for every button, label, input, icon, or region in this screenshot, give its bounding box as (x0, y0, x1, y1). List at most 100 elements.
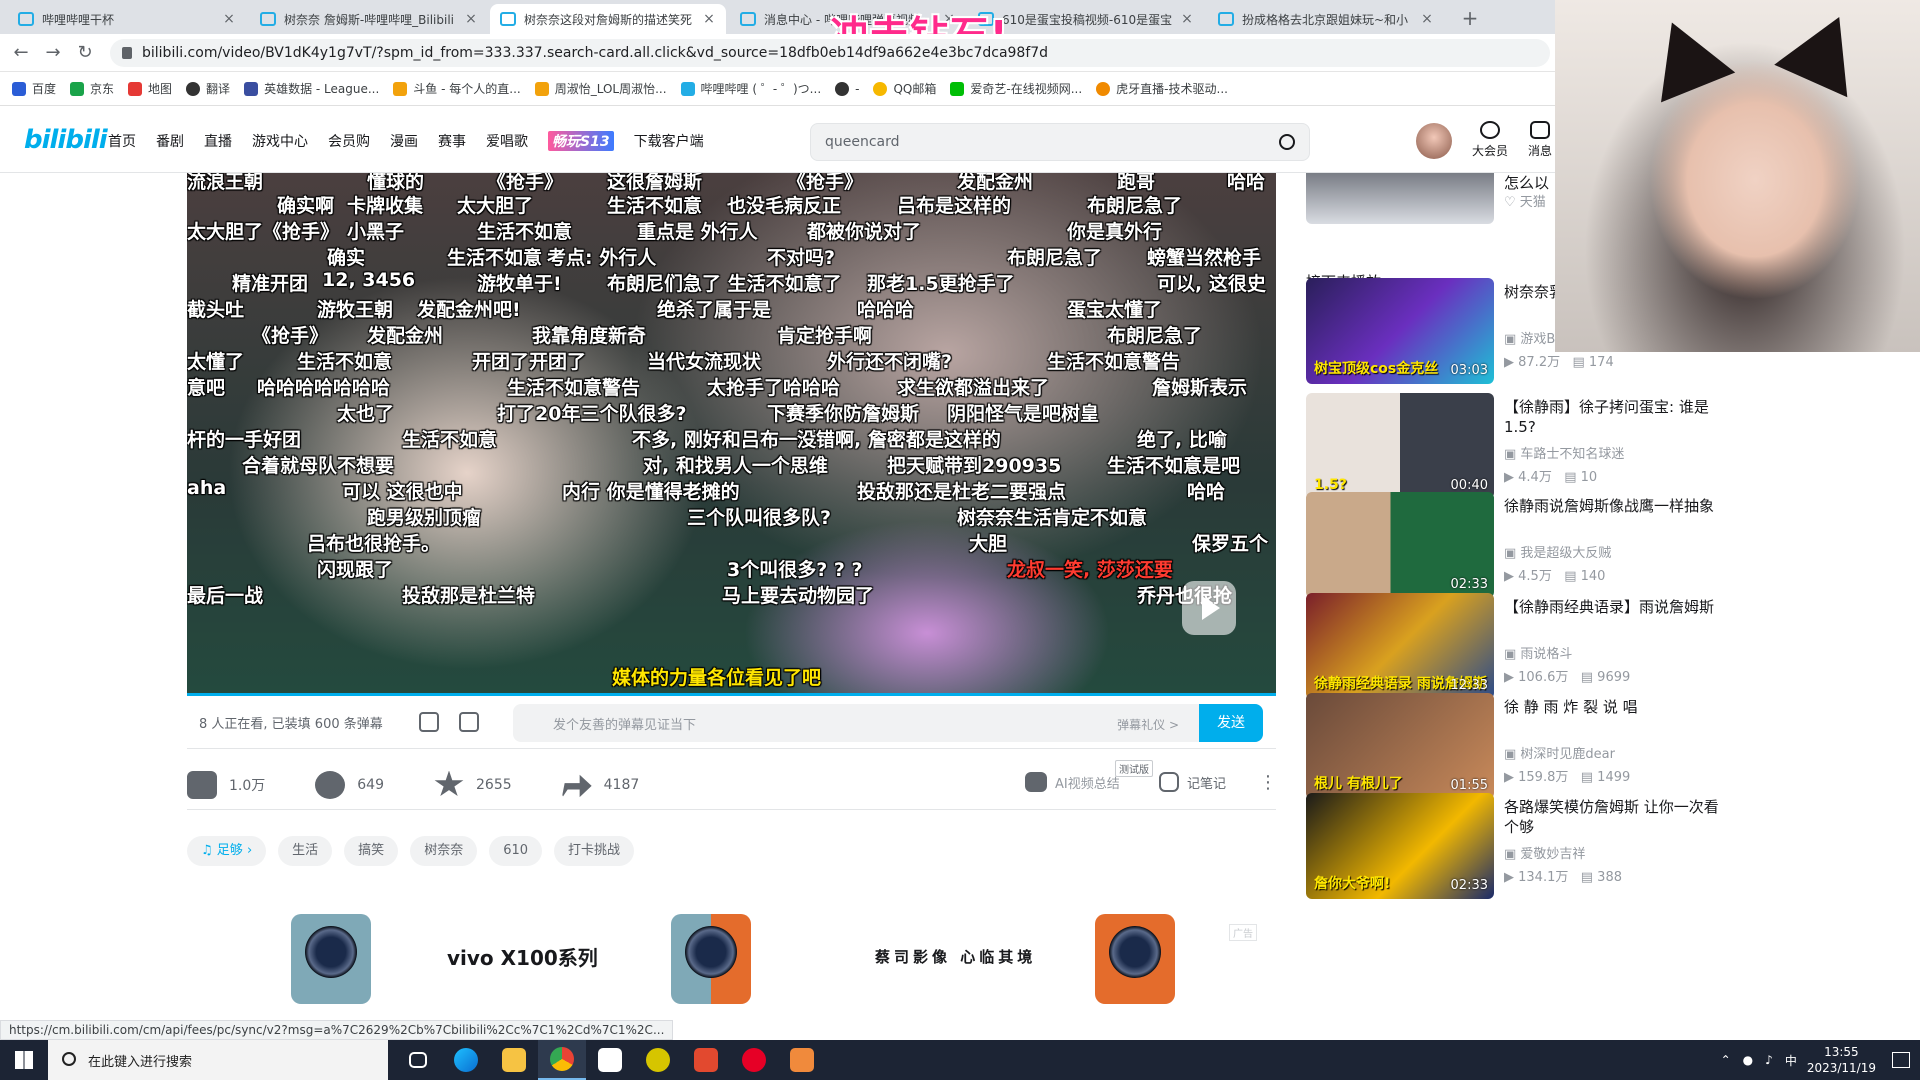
danmaku-comment: 詹姆斯表示 (1152, 377, 1248, 399)
close-icon[interactable]: × (222, 11, 236, 27)
video-player[interactable]: 流浪王朝 懂球的 《抢手》 这很詹姆斯 《抢手》 发配金州 跑哥 哈哈 确实啊 卡牌收集 太大胆了生… (187, 173, 1276, 693)
bookmark-item[interactable]: 哔哩哔哩 ( ゜- ゜)つ... (680, 80, 821, 97)
app-icon[interactable] (682, 1040, 730, 1080)
edge-icon[interactable] (442, 1040, 490, 1080)
tag-item[interactable]: 搞笑 (344, 836, 399, 866)
danmaku-comment: 保罗五个 (1192, 533, 1269, 555)
app-icon[interactable] (778, 1040, 826, 1080)
tag-item[interactable]: 树奈奈 (410, 836, 478, 866)
vip-button[interactable]: 大会员 (1468, 121, 1512, 159)
chrome-icon[interactable] (538, 1040, 586, 1080)
bookmark-item[interactable]: 京东 (70, 80, 114, 97)
tag-music[interactable]: ♫ 足够 › (187, 836, 267, 866)
nav-home[interactable]: 首页 (108, 131, 136, 151)
bilibili-logo[interactable]: bilibili (24, 125, 108, 155)
nav-game-center[interactable]: 游戏中心 (252, 131, 308, 151)
notes-icon (1159, 772, 1179, 792)
tag-item[interactable]: 打卡挑战 (554, 836, 635, 866)
video-card[interactable]: 根儿 有根儿了 01:55 徐 静 雨 炸 裂 说 唱 ▣ 树深时见鹿dear ▶ 15… (1306, 693, 1726, 801)
netease-glyph (742, 1048, 766, 1072)
play-icon[interactable] (1182, 581, 1236, 635)
search-input[interactable]: queencard (810, 123, 1310, 161)
ime-indicator[interactable]: 中 (1785, 1052, 1797, 1069)
url-field[interactable]: bilibili.com/video/BV1dK4y1g7vT/?spm_id_… (110, 39, 1550, 67)
uploader[interactable]: ▣ 车路士不知名球迷 (1504, 443, 1624, 462)
coin-button[interactable]: 649 (315, 770, 384, 799)
taskbar-search[interactable]: 在此键入进行搜索 (48, 1040, 388, 1080)
uploader[interactable]: ▣ 我是超级大反贼 (1504, 542, 1611, 561)
task-view-icon[interactable] (394, 1040, 442, 1080)
obs-icon[interactable] (634, 1040, 682, 1080)
bookmark-item[interactable]: 英雄数据 - League... (244, 80, 379, 97)
video-title[interactable]: 【徐静雨】徐子拷问蛋宝: 谁是1.5? (1504, 397, 1724, 437)
browser-tab[interactable]: 树奈奈 詹姆斯-哔哩哔哩_Bilibili × (250, 4, 488, 34)
favorite-button[interactable]: 2655 (434, 770, 512, 799)
chevron-up-icon[interactable]: ⌃ (1721, 1053, 1731, 1067)
back-icon[interactable]: ← (10, 42, 32, 64)
avatar[interactable] (1416, 123, 1452, 159)
tag-item[interactable]: 生活 (278, 836, 333, 866)
danmaku-input[interactable]: 发个友善的弹幕见证当下 弹幕礼仪 > 发送 (513, 704, 1263, 742)
ai-summary-button[interactable]: AI视频总结 (1025, 772, 1120, 792)
nav-anime[interactable]: 番剧 (156, 131, 184, 151)
close-icon[interactable]: × (464, 11, 478, 27)
trial-badge: 测试版 (1115, 760, 1153, 777)
nav-s13[interactable]: 畅玩S13 (548, 131, 614, 151)
forward-icon[interactable]: → (42, 42, 64, 64)
bookmark-item[interactable]: 斗鱼 - 每个人的直... (393, 80, 521, 97)
danmaku-toggle-icon[interactable] (418, 712, 439, 732)
video-card[interactable]: 詹你大爷啊! 02:33 各路爆笑模仿詹姆斯 让你一次看个够 ▣ 爱敬妙吉祥 ▶ 134… (1306, 793, 1726, 901)
nav-shop[interactable]: 会员购 (328, 131, 370, 151)
start-button[interactable] (0, 1040, 48, 1080)
volume-icon[interactable]: ♪ (1765, 1053, 1773, 1067)
video-title[interactable]: 徐静雨说詹姆斯像战鹰一样抽象 (1504, 496, 1724, 516)
bookmark-item[interactable]: 周淑怡_LOL周淑怡... (534, 80, 667, 97)
bookmark-item[interactable]: 翻译 (186, 80, 230, 97)
close-icon[interactable]: × (1420, 11, 1434, 27)
bookmark-item[interactable]: 虎牙直播-技术驱动... (1096, 80, 1228, 97)
bookmark-item[interactable]: 地图 (128, 80, 172, 97)
nav-esports[interactable]: 赛事 (438, 131, 466, 151)
close-icon[interactable]: × (702, 11, 716, 27)
nav-download-client[interactable]: 下载客户端 (634, 131, 704, 151)
netease-music-icon[interactable] (730, 1040, 778, 1080)
like-button[interactable]: 1.0万 (187, 770, 265, 799)
clock[interactable]: 13:55 2023/11/19 (1807, 1044, 1876, 1076)
danmaku-settings-icon[interactable] (458, 712, 479, 732)
uploader[interactable]: ▣ 雨说格斗 (1504, 643, 1572, 662)
nav-sing[interactable]: 爱唱歌 (486, 131, 528, 151)
browser-tab-active[interactable]: 树奈奈这段对詹姆斯的描述笑死 × (490, 4, 726, 34)
search-icon[interactable] (1279, 134, 1295, 150)
bookmark-item[interactable]: 爱奇艺-在线视频网... (950, 80, 1082, 97)
reload-icon[interactable]: ↻ (74, 42, 96, 64)
close-icon[interactable]: × (1180, 11, 1194, 27)
bookmark-item[interactable]: QQ邮箱 (873, 80, 936, 97)
bookmark-item[interactable]: - (835, 81, 859, 96)
uploader[interactable]: ▣ 爱敬妙吉祥 (1504, 843, 1585, 862)
danmaku-etiquette-link[interactable]: 弹幕礼仪 > (1117, 716, 1179, 733)
browser-tab[interactable]: 哔哩哔哩干杯 × (8, 4, 246, 34)
tag-item[interactable]: 610 (489, 836, 543, 866)
video-title[interactable]: 【徐静雨经典语录】雨说詹姆斯 (1504, 597, 1724, 617)
capcut-icon[interactable] (586, 1040, 634, 1080)
video-title[interactable]: 徐 静 雨 炸 裂 说 唱 (1504, 697, 1724, 717)
video-title[interactable]: 各路爆笑模仿詹姆斯 让你一次看个够 (1504, 797, 1724, 837)
send-danmaku-button[interactable]: 发送 (1199, 704, 1263, 742)
video-card[interactable]: 1.5? 00:40 【徐静雨】徐子拷问蛋宝: 谁是1.5? ▣ 车路士不知名球迷 ▶ … (1306, 393, 1726, 501)
ad-banner[interactable]: vivo X100系列 蔡司影像 心临其境 广告 (187, 900, 1276, 1005)
new-tab-button[interactable]: + (1456, 4, 1484, 32)
video-card[interactable]: 02:33 徐静雨说詹姆斯像战鹰一样抽象 ▣ 我是超级大反贼 ▶ 4.5万 ▤ 140 (1306, 492, 1726, 600)
share-button[interactable]: 4187 (561, 771, 639, 799)
more-icon[interactable]: ⋮ (1259, 772, 1277, 793)
danmaku-comment: 布朗尼们急了 生活不如意了 (607, 273, 842, 295)
notification-icon[interactable] (1892, 1052, 1910, 1068)
browser-tab[interactable]: 扮成格格去北京跟姐妹玩~和小 × (1208, 4, 1444, 34)
mic-icon[interactable]: ● (1743, 1053, 1753, 1067)
file-explorer-icon[interactable] (490, 1040, 538, 1080)
uploader[interactable]: ▣ 树深时见鹿dear (1504, 743, 1615, 762)
video-card[interactable]: 徐静雨经典语录 雨说詹姆斯 12:33 【徐静雨经典语录】雨说詹姆斯 ▣ 雨说格斗 ▶ … (1306, 593, 1726, 701)
bookmark-item[interactable]: 百度 (12, 80, 56, 97)
notes-button[interactable]: 记笔记 (1159, 772, 1226, 792)
nav-manga[interactable]: 漫画 (390, 131, 418, 151)
nav-live[interactable]: 直播 (204, 131, 232, 151)
